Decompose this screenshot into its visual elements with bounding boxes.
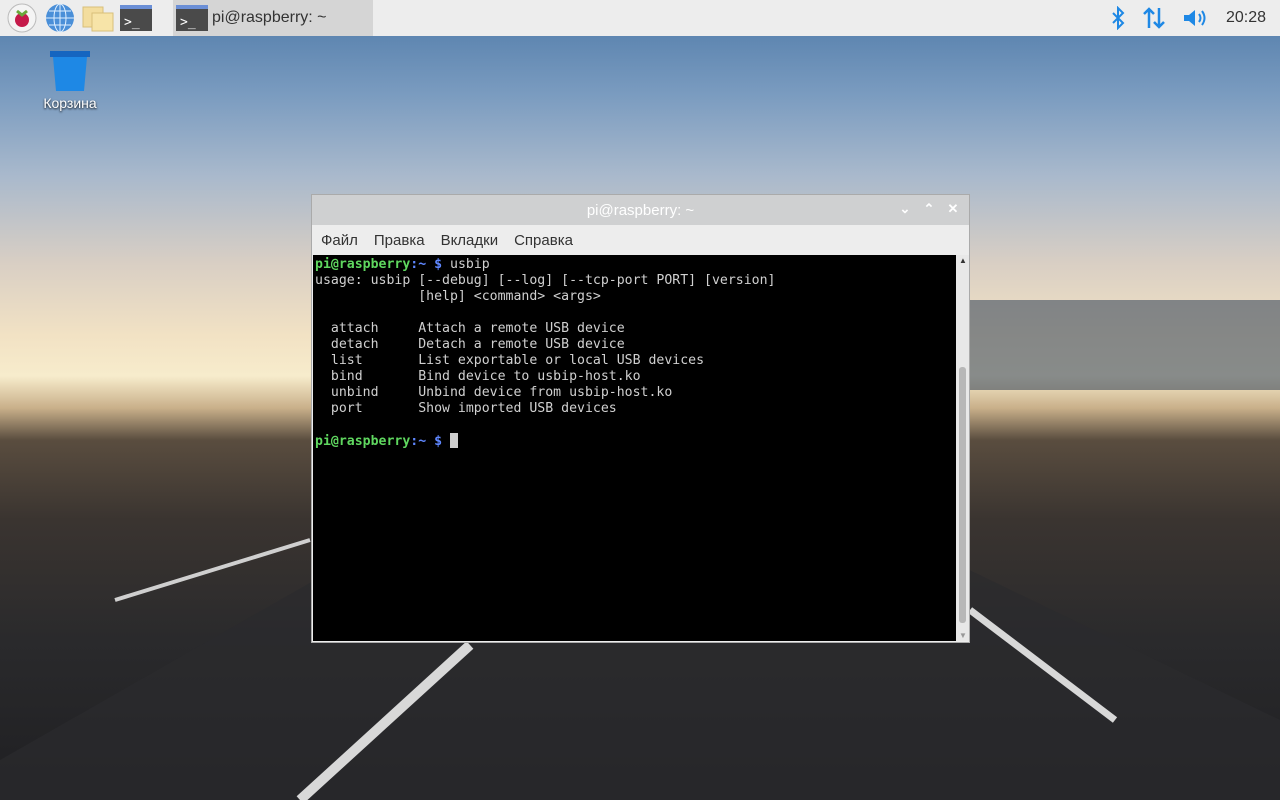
menu-tabs[interactable]: Вкладки	[441, 232, 499, 249]
scroll-down-icon[interactable]: ▼	[959, 631, 967, 640]
globe-browser-icon[interactable]	[44, 2, 76, 34]
minimize-icon[interactable]: ⌄	[897, 201, 913, 217]
system-tray: 20:28	[1110, 0, 1280, 36]
trash-icon	[50, 51, 90, 91]
output-line: attach Attach a remote USB device	[315, 321, 625, 336]
output-line: usage: usbip [--debug] [--log] [--tcp-po…	[315, 273, 776, 288]
raspberry-menu-icon[interactable]	[6, 2, 38, 34]
svg-text:>_: >_	[180, 15, 196, 30]
terminal-output[interactable]: pi@raspberry:~ $ usbip usage: usbip [--de…	[313, 255, 956, 641]
clock[interactable]: 20:28	[1226, 9, 1266, 27]
task-label: pi@raspberry: ~	[212, 9, 327, 26]
output-line: list List exportable or local USB device…	[315, 353, 705, 368]
window-titlebar[interactable]: pi@raspberry: ~ ⌄ ⌃ ✕	[312, 195, 969, 225]
taskbar-task-terminal[interactable]: >_ pi@raspberry: ~	[173, 0, 373, 36]
terminal-window: pi@raspberry: ~ ⌄ ⌃ ✕ Файл Правка Вкладк…	[311, 194, 970, 643]
close-icon[interactable]: ✕	[945, 201, 961, 217]
command: usbip	[450, 257, 490, 272]
scrollbar-thumb[interactable]	[959, 367, 966, 623]
prompt-line: pi@raspberry:~ $ usbip	[315, 257, 490, 272]
trash-label: Корзина	[43, 95, 97, 111]
maximize-icon[interactable]: ⌃	[921, 201, 937, 217]
svg-text:>_: >_	[124, 15, 140, 30]
terminal-icon: >_	[176, 5, 208, 31]
prompt-line: pi@raspberry:~ $	[315, 433, 954, 450]
menu-file[interactable]: Файл	[321, 232, 358, 249]
output-line: bind Bind device to usbip-host.ko	[315, 369, 641, 384]
output-line: port Show imported USB devices	[315, 401, 617, 416]
output-line: detach Detach a remote USB device	[315, 337, 625, 352]
scrollbar[interactable]: ▲ ▼	[956, 255, 969, 641]
volume-icon[interactable]	[1182, 6, 1210, 30]
text-cursor	[450, 433, 458, 448]
menu-help[interactable]: Справка	[514, 232, 573, 249]
scroll-up-icon[interactable]: ▲	[959, 256, 967, 265]
terminal-icon[interactable]: >_	[120, 2, 152, 34]
bluetooth-icon[interactable]	[1110, 6, 1126, 30]
window-title: pi@raspberry: ~	[586, 201, 695, 219]
menu-edit[interactable]: Правка	[374, 232, 425, 249]
folder-icon[interactable]	[82, 2, 114, 34]
output-line: unbind Unbind device from usbip-host.ko	[315, 385, 673, 400]
output-line: [help] <command> <args>	[315, 289, 601, 304]
network-icon[interactable]	[1142, 6, 1166, 30]
menu-bar: Файл Правка Вкладки Справка	[312, 225, 969, 255]
desktop-trash[interactable]: Корзина	[30, 48, 110, 111]
